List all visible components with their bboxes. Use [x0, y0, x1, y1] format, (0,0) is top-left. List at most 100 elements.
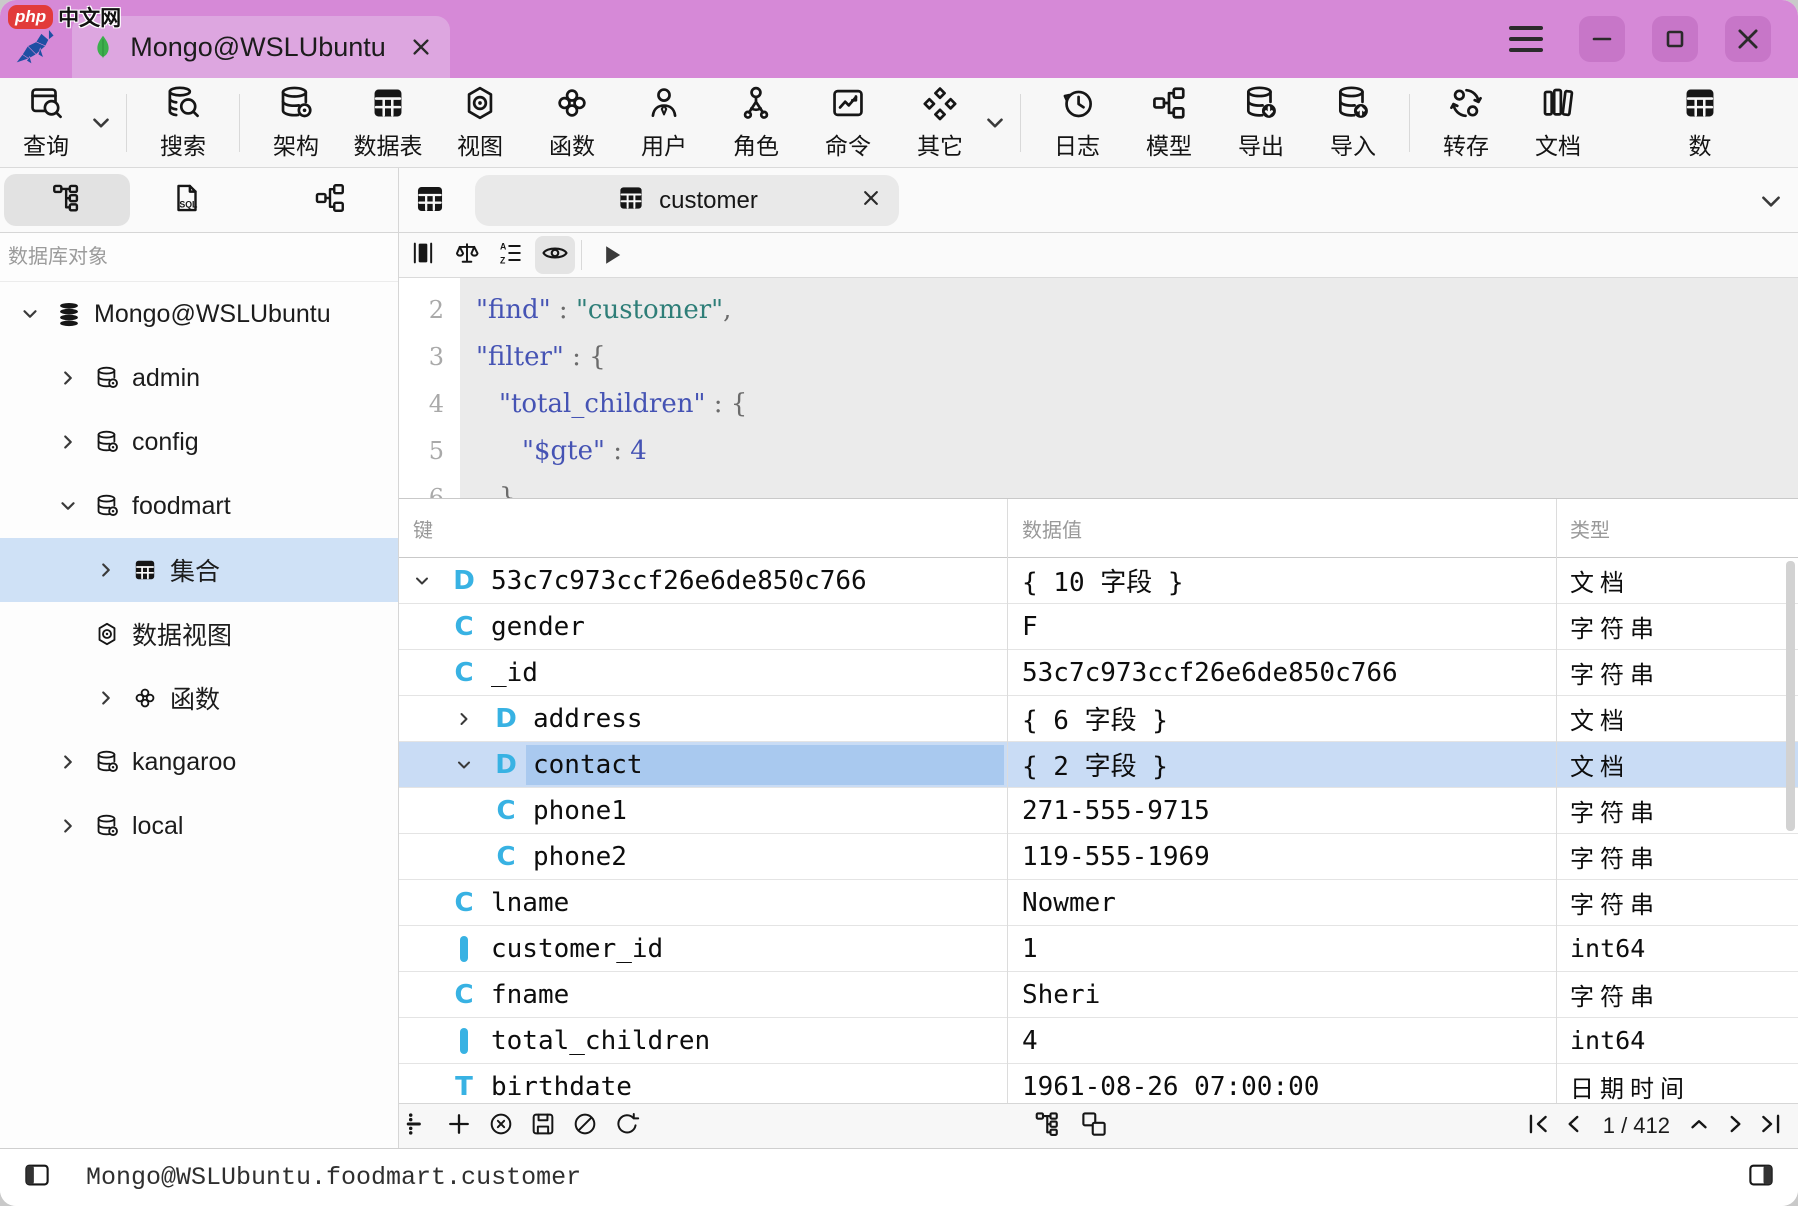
preview-button[interactable]	[535, 236, 575, 274]
cell-type: 字符串	[1556, 885, 1798, 920]
tab-sql-file[interactable]: SQL	[150, 174, 224, 226]
minimize-button[interactable]	[1579, 16, 1625, 62]
toolbar-button-role[interactable]: 角色	[710, 84, 802, 161]
table-icon	[1681, 84, 1719, 122]
grid-row-total_children[interactable]: total_children4int64	[399, 1018, 1798, 1064]
connection-tab[interactable]: Mongo@WSLUbuntu	[72, 16, 450, 78]
tab-customer-close-icon[interactable]	[861, 188, 881, 213]
db-icon	[94, 493, 120, 519]
toolbar-button-query[interactable]: 查询	[0, 84, 92, 161]
toolbar-button-log[interactable]: 日志	[1031, 84, 1123, 161]
limit-rows-button[interactable]	[403, 1110, 431, 1143]
run-button[interactable]	[592, 236, 632, 274]
toolbar-button-view[interactable]: 视图	[434, 84, 526, 161]
discard-record-button[interactable]	[571, 1110, 599, 1143]
column-header-key[interactable]: 键	[399, 514, 1007, 543]
tab-model[interactable]	[290, 174, 370, 226]
collapse-record-button[interactable]	[1686, 1111, 1712, 1142]
toolbar-button-import[interactable]: 导入	[1307, 84, 1399, 161]
menu-icon[interactable]	[1509, 26, 1543, 52]
tree-item-data-views[interactable]: 数据视图	[0, 602, 398, 666]
toolbar-dropdown-query[interactable]	[88, 110, 114, 136]
tab-object-tree[interactable]	[4, 174, 130, 226]
grid-row-contact[interactable]: Dcontact{ 2 字段 }文档	[399, 742, 1798, 788]
toolbar-button-search[interactable]: 搜索	[137, 84, 229, 161]
toolbar-button-table[interactable]: 数据表	[342, 84, 434, 161]
record-position: 1 / 412	[1603, 1113, 1670, 1139]
site-watermark-label: 中文网	[58, 2, 121, 32]
toolbar-button-docs[interactable]: 文档	[1512, 84, 1604, 161]
query-editor[interactable]: 2"find" : "customer",3"filter" : {4"tota…	[399, 278, 1798, 498]
toggle-right-panel-icon[interactable]	[1746, 1160, 1776, 1195]
grid-row-53c7c973ccf26e6de850c766[interactable]: D53c7c973ccf26e6de850c766{ 10 字段 }文档	[399, 558, 1798, 604]
explain-button[interactable]	[447, 236, 487, 274]
grid-row-birthdate[interactable]: Tbirthdate1961-08-26 07:00:00日期时间	[399, 1064, 1798, 1103]
toggle-left-panel-icon[interactable]	[22, 1160, 52, 1195]
type-C-icon: C	[451, 660, 477, 686]
grid-row-phone1[interactable]: Cphone1271-555-9715字符串	[399, 788, 1798, 834]
cell-type: 字符串	[1556, 609, 1798, 644]
grid-row-fname[interactable]: CfnameSheri字符串	[399, 972, 1798, 1018]
schema-icon	[277, 84, 315, 122]
toolbar-button-model[interactable]: 模型	[1123, 84, 1215, 161]
toolbar-button-dump[interactable]: 转存	[1420, 84, 1512, 161]
toolbar-button-user[interactable]: 用户	[618, 84, 710, 161]
chev-down-icon	[412, 571, 432, 591]
titlebar: Mongo@WSLUbuntu	[0, 0, 1798, 78]
first-icon	[1525, 1111, 1551, 1137]
grid-row-gender[interactable]: CgenderF字符串	[399, 604, 1798, 650]
toolbar-label-schema: 架构	[273, 127, 319, 161]
tree-view-button[interactable]	[1033, 1109, 1063, 1144]
editor-line-2: 2"find" : "customer",	[399, 286, 1798, 333]
tree-item-db-foodmart[interactable]: foodmart	[0, 474, 398, 538]
result-grid-button[interactable]	[403, 236, 443, 274]
delete-record-button[interactable]	[487, 1110, 515, 1143]
tree-item-db-kangaroo[interactable]: kangaroo	[0, 730, 398, 794]
toolbar-separator	[126, 94, 127, 152]
toolbar-button-datagen[interactable]: 数	[1638, 84, 1762, 161]
close-button[interactable]	[1725, 16, 1771, 62]
grid-row-phone2[interactable]: Cphone2119-555-1969字符串	[399, 834, 1798, 880]
toolbar-button-other[interactable]: 其它	[894, 84, 986, 161]
toolbar-button-schema[interactable]: 架构	[250, 84, 342, 161]
toolbar-button-function[interactable]: 函数	[526, 84, 618, 161]
eye-icon	[540, 238, 570, 268]
connection-tab-close-icon[interactable]	[410, 36, 432, 58]
tab-customer[interactable]: customer	[475, 175, 899, 226]
tree-item-collections[interactable]: 集合	[0, 538, 398, 602]
first-record-button[interactable]	[1525, 1111, 1551, 1142]
grid-row-customer_id[interactable]: customer_id1int64	[399, 926, 1798, 972]
tree-item-db-local[interactable]: local	[0, 794, 398, 858]
tree-item-functions[interactable]: 函数	[0, 666, 398, 730]
add-record-button[interactable]	[445, 1110, 473, 1143]
query-icon	[27, 84, 65, 122]
cell-type: 字符串	[1556, 839, 1798, 874]
card-view-button[interactable]	[1079, 1109, 1109, 1144]
list-button[interactable]: AZ	[491, 236, 531, 274]
toolbar-label-role: 角色	[733, 127, 779, 161]
toolbar-dropdown-other[interactable]	[982, 110, 1008, 136]
maximize-button[interactable]	[1652, 16, 1698, 62]
next-record-button[interactable]	[1722, 1111, 1748, 1142]
grid-row-address[interactable]: Daddress{ 6 字段 }文档	[399, 696, 1798, 742]
object-tree: Mongo@WSLUbuntuadminconfigfoodmart集合数据视图…	[0, 282, 398, 858]
tree-item-db-config[interactable]: config	[0, 410, 398, 474]
save-record-button[interactable]	[529, 1110, 557, 1143]
grid-row-_id[interactable]: C_id53c7c973ccf26e6de850c766字符串	[399, 650, 1798, 696]
object-list-button[interactable]	[413, 182, 447, 221]
cell-type: int64	[1556, 934, 1798, 963]
toolbar-button-command[interactable]: 命令	[802, 84, 894, 161]
last-record-button[interactable]	[1758, 1111, 1784, 1142]
refresh-button[interactable]	[613, 1110, 641, 1143]
tree-item-mongo-connection[interactable]: Mongo@WSLUbuntu	[0, 282, 398, 346]
column-header-type[interactable]: 类型	[1556, 514, 1798, 543]
toolbar-button-export[interactable]: 导出	[1215, 84, 1307, 161]
previous-record-button[interactable]	[1561, 1111, 1587, 1142]
tab-overflow-chevron-icon[interactable]	[1758, 188, 1784, 219]
tree-item-db-admin[interactable]: admin	[0, 346, 398, 410]
vertical-scrollbar[interactable]	[1786, 561, 1795, 831]
grid-row-lname[interactable]: ClnameNowmer字符串	[399, 880, 1798, 926]
column-header-value[interactable]: 数据值	[1007, 514, 1556, 543]
sidebar-header: 数据库对象	[0, 233, 398, 282]
chev-down-icon	[88, 110, 114, 136]
